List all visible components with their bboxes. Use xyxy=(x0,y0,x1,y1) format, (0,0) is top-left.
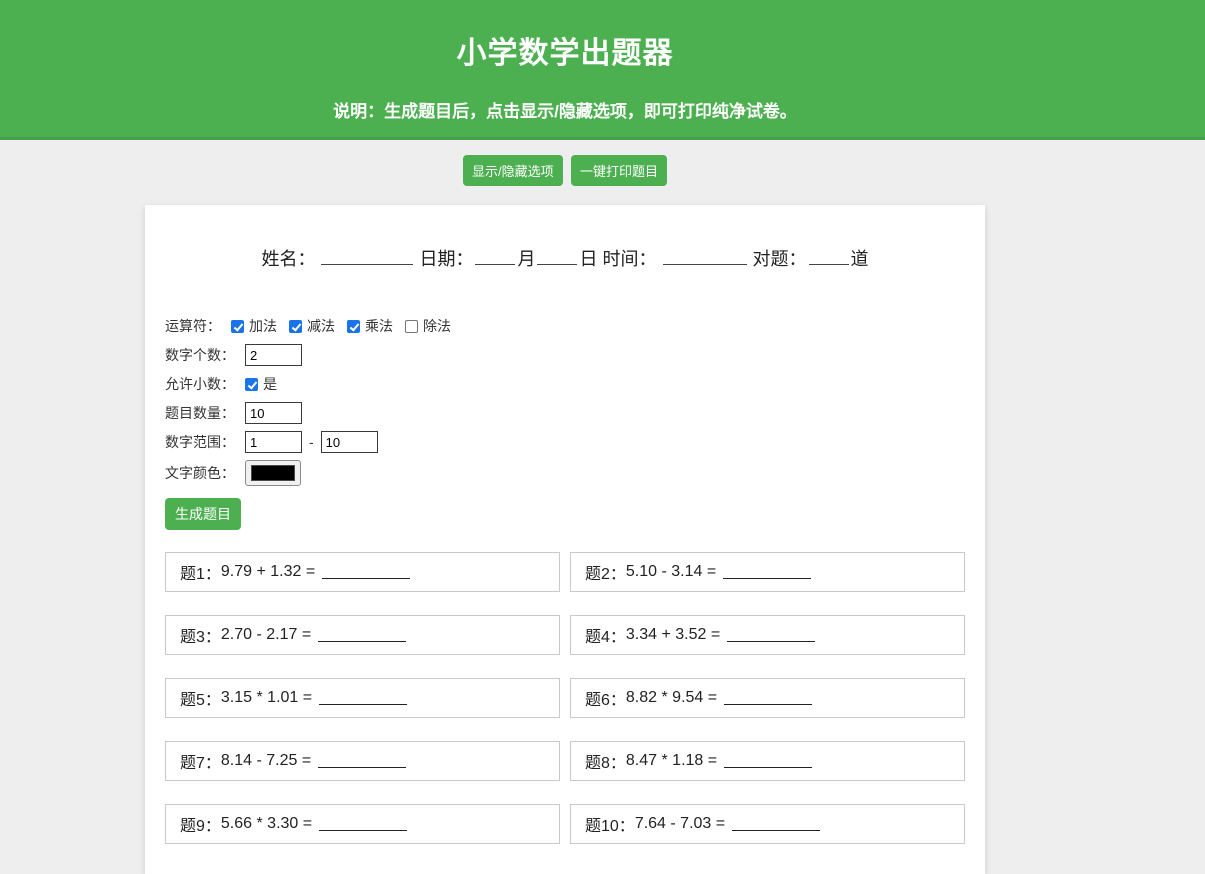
problem-label: 题7： xyxy=(180,749,221,773)
text-color-label: 文字颜色： xyxy=(165,463,235,483)
problem-item: 题9： 5.66 * 3.30 = xyxy=(165,804,560,844)
operators-label: 运算符： xyxy=(165,316,221,336)
digit-count-label: 数字个数： xyxy=(165,345,235,365)
problem-expression: 7.64 - 7.03 = xyxy=(635,815,725,833)
range-max-input[interactable] xyxy=(321,431,378,453)
problems-grid: 题1： 9.79 + 1.32 = 题2： 5.10 - 3.14 = 题3： … xyxy=(165,552,965,844)
problem-item: 题7： 8.14 - 7.25 = xyxy=(165,741,560,781)
question-count-label: 题目数量： xyxy=(165,403,235,423)
problem-expression: 2.70 - 2.17 = xyxy=(221,626,311,644)
range-separator: - xyxy=(309,434,314,450)
answer-blank xyxy=(723,565,811,579)
problem-label: 题1： xyxy=(180,560,221,584)
operator-checkbox[interactable] xyxy=(231,320,244,333)
problem-item: 题8： 8.47 * 1.18 = xyxy=(570,741,965,781)
operator-checkbox[interactable] xyxy=(289,320,302,333)
problem-expression: 5.10 - 3.14 = xyxy=(626,563,716,581)
score-label: 对题： xyxy=(753,249,807,269)
date-label: 日期： xyxy=(419,249,473,269)
name-blank xyxy=(321,250,413,265)
problem-item: 题3： 2.70 - 2.17 = xyxy=(165,615,560,655)
operator-checkbox[interactable] xyxy=(405,320,418,333)
time-label: 时间： xyxy=(603,249,657,269)
operator-option-label: 加法 xyxy=(249,316,277,336)
problem-expression: 8.47 * 1.18 = xyxy=(626,752,717,770)
score-unit-label: 道 xyxy=(851,249,869,269)
answer-blank xyxy=(732,817,820,831)
operator-option-label: 减法 xyxy=(307,316,335,336)
answer-blank xyxy=(318,754,406,768)
digit-count-row: 数字个数： xyxy=(165,344,965,366)
operator-option-label: 除法 xyxy=(423,316,451,336)
page-subtitle: 说明：生成题目后，点击显示/隐藏选项，即可打印纯净试卷。 xyxy=(0,97,1130,122)
generate-button[interactable]: 生成题目 xyxy=(165,498,241,530)
day-blank xyxy=(537,250,577,265)
settings-form: 运算符： 加法 减法 乘法 除法 数字个数： 允许小数： 是 题目数量： 数字范 xyxy=(165,315,965,530)
allow-decimal-option-label: 是 xyxy=(263,374,277,394)
operators-row: 运算符： 加法 减法 乘法 除法 xyxy=(165,315,965,337)
operator-checkbox[interactable] xyxy=(347,320,360,333)
allow-decimal-checkbox[interactable] xyxy=(245,378,258,391)
header-banner: 小学数学出题器 说明：生成题目后，点击显示/隐藏选项，即可打印纯净试卷。 xyxy=(0,0,1205,140)
month-label: 月 xyxy=(517,249,535,269)
problem-label: 题6： xyxy=(585,686,626,710)
month-blank xyxy=(475,250,515,265)
problem-expression: 8.82 * 9.54 = xyxy=(626,689,717,707)
answer-blank xyxy=(318,628,406,642)
text-color-row: 文字颜色： xyxy=(165,460,965,486)
number-range-label: 数字范围： xyxy=(165,432,235,452)
score-blank xyxy=(809,250,849,265)
problem-item: 题2： 5.10 - 3.14 = xyxy=(570,552,965,592)
day-label: 日 xyxy=(579,249,597,269)
answer-blank xyxy=(724,691,812,705)
problem-expression: 3.15 * 1.01 = xyxy=(221,689,312,707)
problem-item: 题5： 3.15 * 1.01 = xyxy=(165,678,560,718)
time-blank xyxy=(663,250,747,265)
problem-item: 题6： 8.82 * 9.54 = xyxy=(570,678,965,718)
operator-options: 加法 减法 乘法 除法 xyxy=(231,316,463,336)
question-count-row: 题目数量： xyxy=(165,402,965,424)
problem-label: 题8： xyxy=(585,749,626,773)
allow-decimal-row: 允许小数： 是 xyxy=(165,373,965,395)
answer-blank xyxy=(319,691,407,705)
exam-header-line: 姓名： 日期： 月 日 时间： 对题： 道 xyxy=(165,245,965,271)
answer-blank xyxy=(727,628,815,642)
number-range-row: 数字范围： - xyxy=(165,431,965,453)
problem-expression: 9.79 + 1.32 = xyxy=(221,563,315,581)
operator-option-label: 乘法 xyxy=(365,316,393,336)
answer-blank xyxy=(724,754,812,768)
text-color-picker[interactable] xyxy=(245,460,301,486)
digit-count-input[interactable] xyxy=(245,344,302,366)
problem-label: 题4： xyxy=(585,623,626,647)
problem-expression: 5.66 * 3.30 = xyxy=(221,815,312,833)
name-label: 姓名： xyxy=(261,249,315,269)
problem-label: 题10： xyxy=(585,812,635,836)
color-swatch xyxy=(251,465,295,481)
problem-label: 题5： xyxy=(180,686,221,710)
allow-decimal-label: 允许小数： xyxy=(165,374,235,394)
problem-label: 题3： xyxy=(180,623,221,647)
toggle-options-button[interactable]: 显示/隐藏选项 xyxy=(463,155,563,186)
print-button[interactable]: 一键打印题目 xyxy=(571,155,667,186)
question-count-input[interactable] xyxy=(245,402,302,424)
problem-expression: 3.34 + 3.52 = xyxy=(626,626,720,644)
answer-blank xyxy=(322,565,410,579)
range-min-input[interactable] xyxy=(245,431,302,453)
problem-expression: 8.14 - 7.25 = xyxy=(221,752,311,770)
page-title: 小学数学出题器 xyxy=(0,0,1130,72)
problem-label: 题2： xyxy=(585,560,626,584)
problem-item: 题4： 3.34 + 3.52 = xyxy=(570,615,965,655)
worksheet-card: 姓名： 日期： 月 日 时间： 对题： 道 运算符： 加法 减法 乘法 除法 数字个数： … xyxy=(145,205,985,874)
problem-label: 题9： xyxy=(180,812,221,836)
problem-item: 题1： 9.79 + 1.32 = xyxy=(165,552,560,592)
problem-item: 题10： 7.64 - 7.03 = xyxy=(570,804,965,844)
answer-blank xyxy=(319,817,407,831)
toolbar: 显示/隐藏选项 一键打印题目 xyxy=(0,155,1130,186)
